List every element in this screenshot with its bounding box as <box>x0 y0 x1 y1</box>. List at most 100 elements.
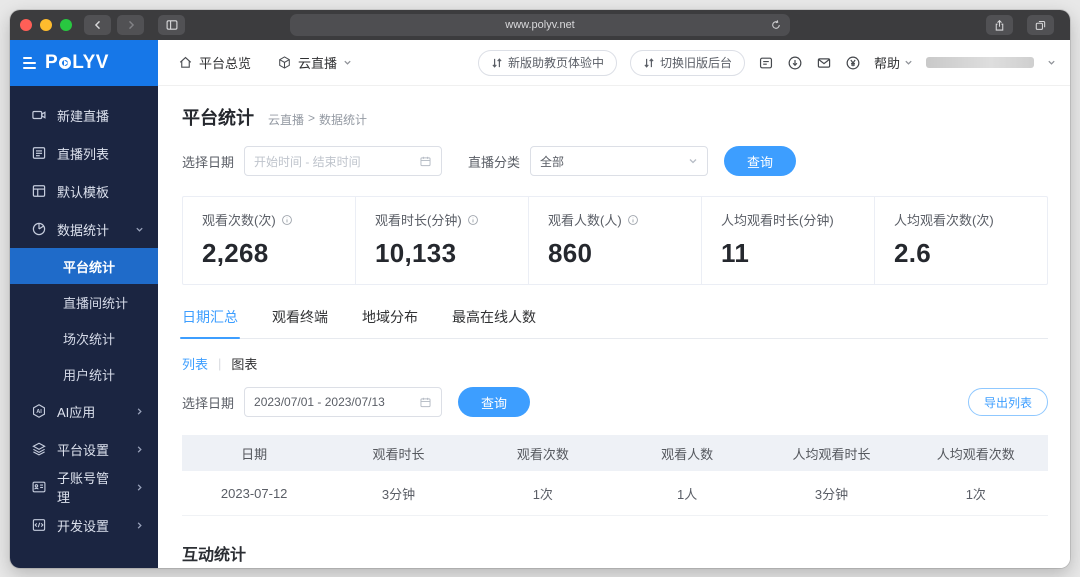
export-list-button[interactable]: 导出列表 <box>967 388 1048 416</box>
chevron-down-icon <box>904 58 913 67</box>
share-button[interactable] <box>986 15 1013 35</box>
sidebar-item-room-statistics[interactable]: 直播间统计 <box>10 284 158 320</box>
sidebar-item-developer-settings[interactable]: 开发设置 <box>10 506 158 544</box>
download-button[interactable] <box>787 55 803 71</box>
download-icon <box>788 56 802 69</box>
idcard-icon <box>31 479 47 495</box>
ai-icon: AI <box>31 403 47 419</box>
chevron-right-icon <box>135 483 144 492</box>
main-content: 平台统计 云直播 > 数据统计 选择日期 开始时间 - 结束时间 直播分类 全部… <box>158 86 1070 568</box>
breadcrumb-separator: > <box>308 111 316 125</box>
template-icon <box>31 183 47 199</box>
column-header: 观看次数 <box>516 446 569 462</box>
stats-tabs: 日期汇总 观看终端 地域分布 最高在线人数 <box>180 307 1048 339</box>
cell-views: 1次 <box>532 486 553 502</box>
view-list-option[interactable]: 列表 <box>182 354 208 373</box>
zoom-window-button[interactable] <box>60 19 72 31</box>
view-toggle: 列表 | 图表 <box>182 354 1048 373</box>
tab-peak-online-users[interactable]: 最高在线人数 <box>452 307 536 338</box>
switch-old-console-pill[interactable]: 切换旧版后台 <box>629 49 745 76</box>
view-chart-option[interactable]: 图表 <box>231 354 257 373</box>
breadcrumb: 云直播 > 数据统计 <box>268 111 367 128</box>
chevron-down-icon[interactable] <box>1047 58 1056 67</box>
chevron-left-icon <box>94 20 100 30</box>
sidebar-item-subaccount-management[interactable]: 子账号管理 <box>10 468 158 506</box>
query-button-2[interactable]: 查询 <box>458 387 531 417</box>
sidebar-item-platform-statistics[interactable]: 平台统计 <box>10 248 158 284</box>
nav-cloud-live[interactable]: 云直播 <box>277 53 352 72</box>
sidebar-toggle-button[interactable] <box>158 15 185 35</box>
app-header: 平台总览 云直播 新版助教页体验中 切换旧版后台 帮助 <box>158 40 1070 86</box>
message-button[interactable] <box>816 55 832 71</box>
category-select[interactable]: 全部 <box>530 146 709 176</box>
account-name-redacted[interactable] <box>926 57 1034 68</box>
tabs-icon <box>1035 20 1046 30</box>
reload-button[interactable] <box>770 19 782 31</box>
sidebar-item-data-statistics[interactable]: 数据统计 <box>10 210 158 248</box>
sidebar-item-live-list[interactable]: 直播列表 <box>10 134 158 172</box>
document-button[interactable] <box>758 55 774 71</box>
sidebar-item-session-statistics[interactable]: 场次统计 <box>10 320 158 356</box>
chevron-right-icon <box>135 521 144 530</box>
menu-collapse-icon[interactable] <box>23 57 36 69</box>
minimize-window-button[interactable] <box>40 19 52 31</box>
tab-region-distribution[interactable]: 地域分布 <box>362 307 418 338</box>
back-button[interactable] <box>84 15 111 35</box>
app-logo-block: P LYV <box>10 40 158 86</box>
chevron-down-icon <box>343 58 352 67</box>
calendar-icon <box>419 396 432 409</box>
info-icon[interactable] <box>627 214 639 226</box>
new-assistant-page-pill[interactable]: 新版助教页体验中 <box>477 49 617 76</box>
tab-overview-button[interactable] <box>1027 15 1054 35</box>
sidebar: 新建直播 直播列表 默认模板 数据统计 平台统计 直播间统计 场次统计 用户统计… <box>10 86 158 568</box>
info-icon[interactable] <box>467 214 479 226</box>
table-header-row: 日期 观看时长 观看次数 观看人数 人均观看时长 人均观看次数 <box>182 435 1048 471</box>
address-bar[interactable]: www.polyv.net <box>290 14 790 36</box>
sidebar-item-user-statistics[interactable]: 用户统计 <box>10 356 158 392</box>
breadcrumb-parent[interactable]: 云直播 <box>268 111 304 128</box>
reload-icon <box>772 20 780 29</box>
column-header: 观看人数 <box>661 446 714 462</box>
url-text: www.polyv.net <box>505 19 575 31</box>
billing-button[interactable] <box>845 55 861 71</box>
column-header: 观看时长 <box>372 446 425 462</box>
camera-icon <box>31 107 47 123</box>
tab-date-summary[interactable]: 日期汇总 <box>180 307 240 339</box>
date-summary-table: 日期 观看时长 观看次数 观看人数 人均观看时长 人均观看次数 2023-07-… <box>182 435 1048 516</box>
share-icon <box>995 19 1004 31</box>
document-icon <box>759 57 773 68</box>
chevron-right-icon <box>135 445 144 454</box>
layers-icon <box>31 441 47 457</box>
calendar-icon <box>419 155 432 168</box>
stats-panel: 观看次数(次) 2,268 观看时长(分钟) 10,133 观看人数(人) 86… <box>182 196 1048 285</box>
stat-card-avg-duration: 人均观看时长(分钟) 11 <box>701 197 874 284</box>
date-query-input[interactable]: 2023/07/01 - 2023/07/13 <box>244 387 443 417</box>
window-controls <box>20 19 72 31</box>
chevron-right-icon <box>128 20 134 30</box>
date-range-input[interactable]: 开始时间 - 结束时间 <box>244 146 443 176</box>
swap-arrows-icon <box>492 57 502 68</box>
help-menu[interactable]: 帮助 <box>874 53 913 72</box>
swap-arrows-icon <box>644 57 654 68</box>
browser-titlebar: www.polyv.net <box>10 10 1070 40</box>
date-query-label: 选择日期 <box>182 395 235 411</box>
info-icon[interactable] <box>281 214 293 226</box>
sidebar-item-new-live[interactable]: 新建直播 <box>10 96 158 134</box>
stat-card-viewers: 观看人数(人) 860 <box>528 197 701 284</box>
sidebar-item-ai-apps[interactable]: AI AI应用 <box>10 392 158 430</box>
column-header: 日期 <box>241 446 268 462</box>
column-header: 人均观看时长 <box>792 446 871 462</box>
chevron-down-icon <box>688 156 698 166</box>
cube-icon <box>277 55 292 70</box>
currency-icon <box>846 56 860 69</box>
stat-card-watch-duration: 观看时长(分钟) 10,133 <box>355 197 528 284</box>
close-window-button[interactable] <box>20 19 32 31</box>
view-toggle-divider: | <box>218 356 222 371</box>
list-icon <box>31 145 47 161</box>
sidebar-item-platform-settings[interactable]: 平台设置 <box>10 430 158 468</box>
forward-button[interactable] <box>117 15 144 35</box>
query-button[interactable]: 查询 <box>724 146 797 176</box>
tab-viewing-terminal[interactable]: 观看终端 <box>272 307 328 338</box>
nav-platform-overview[interactable]: 平台总览 <box>178 53 251 72</box>
sidebar-item-default-template[interactable]: 默认模板 <box>10 172 158 210</box>
